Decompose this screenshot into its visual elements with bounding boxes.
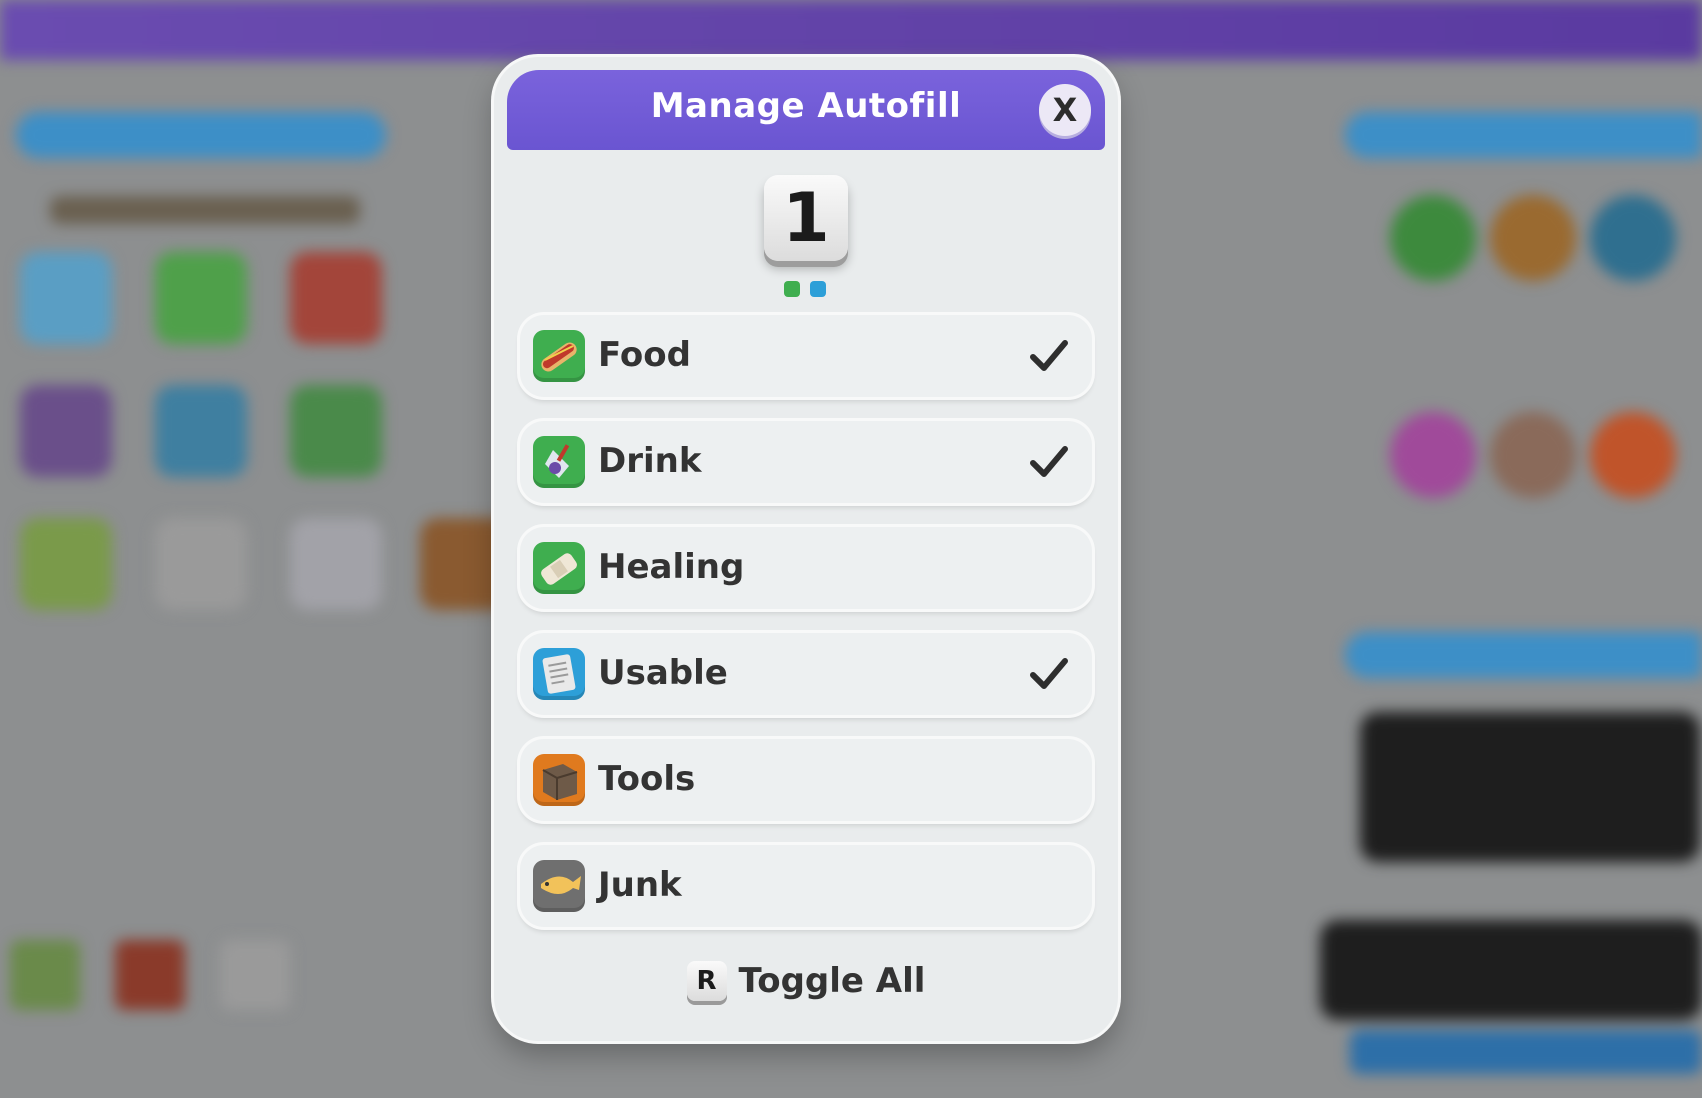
background-circle <box>1590 195 1676 281</box>
background-tile <box>115 940 185 1010</box>
category-label: Drink <box>598 441 702 481</box>
background-tile <box>20 252 112 344</box>
category-row-drink[interactable]: Drink <box>520 421 1092 503</box>
hotdog-icon <box>533 330 585 382</box>
background-circle <box>1390 412 1476 498</box>
page-dot-green <box>784 281 800 297</box>
toggle-all-button[interactable]: R Toggle All <box>494 961 1118 1001</box>
dialog-title: Manage Autofill <box>650 86 962 126</box>
bandage-icon <box>533 542 585 594</box>
background-panel-header <box>1345 632 1702 678</box>
background-panel-header <box>1345 112 1702 158</box>
checkmark-icon <box>1030 658 1068 689</box>
background-panel <box>1360 712 1700 862</box>
close-icon: X <box>1052 91 1078 129</box>
background-tile <box>155 518 247 610</box>
background-circle <box>1490 195 1576 281</box>
fish-bone-icon <box>533 860 585 912</box>
checkmark-icon <box>1030 446 1068 477</box>
checkmark-icon <box>1030 340 1068 371</box>
category-row-junk[interactable]: Junk <box>520 845 1092 927</box>
category-label: Food <box>598 335 691 375</box>
drink-icon <box>533 436 585 488</box>
background-bar <box>50 196 360 224</box>
background-tile <box>155 385 247 477</box>
background-bar <box>1350 1030 1702 1074</box>
background-circle <box>1490 412 1576 498</box>
category-row-healing[interactable]: Healing <box>520 527 1092 609</box>
manage-autofill-dialog: Manage Autofill X 1 Food Drink Healing U… <box>494 57 1118 1041</box>
background-tile <box>20 385 112 477</box>
category-label: Usable <box>598 653 728 693</box>
category-label: Tools <box>598 759 696 799</box>
category-label: Junk <box>598 865 682 905</box>
background-tile <box>290 518 382 610</box>
category-row-food[interactable]: Food <box>520 315 1092 397</box>
background-top-bar <box>0 0 1702 60</box>
background-tile <box>10 940 80 1010</box>
r-key-icon: R <box>686 961 727 1001</box>
page-dots <box>784 281 826 297</box>
paper-icon <box>533 648 585 700</box>
page-number-key: 1 <box>764 175 848 261</box>
page-dot-blue <box>810 281 826 297</box>
background-tile <box>220 940 290 1010</box>
background-tile <box>290 385 382 477</box>
background-tile <box>290 252 382 344</box>
close-button[interactable]: X <box>1039 84 1091 136</box>
page-number: 1 <box>782 178 830 258</box>
background-tile <box>20 518 112 610</box>
background-panel <box>1320 920 1702 1020</box>
category-row-tools[interactable]: Tools <box>520 739 1092 821</box>
background-tile <box>155 252 247 344</box>
category-list: Food Drink Healing Usable Tools Junk <box>520 315 1092 951</box>
crate-icon <box>533 754 585 806</box>
category-label: Healing <box>598 547 745 587</box>
toggle-all-label: Toggle All <box>738 961 926 1001</box>
category-row-usable[interactable]: Usable <box>520 633 1092 715</box>
background-panel-header <box>16 112 386 158</box>
background-circle <box>1590 412 1676 498</box>
dialog-header: Manage Autofill X <box>507 70 1105 150</box>
background-circle <box>1390 195 1476 281</box>
